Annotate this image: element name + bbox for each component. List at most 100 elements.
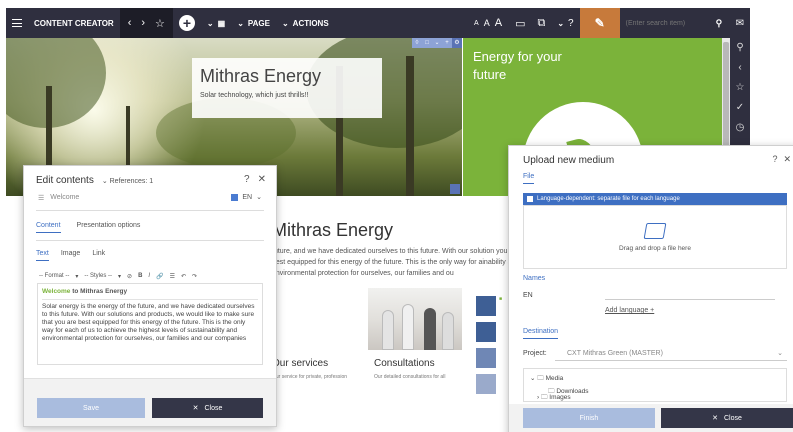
close-button[interactable]: ✕ Close xyxy=(152,398,263,418)
add-button[interactable]: + xyxy=(173,8,201,38)
page-title: Mithras Energy xyxy=(272,220,394,240)
chevron-down-icon: ⌄ xyxy=(557,18,565,28)
clock-icon[interactable]: ◷ xyxy=(736,122,745,133)
tree-node-media[interactable]: ⌄ 🗀 Media xyxy=(530,372,780,385)
hero-subtitle: Solar technology, which just thrills!! xyxy=(200,92,309,99)
section-name-label: Welcome xyxy=(50,194,80,201)
tab-content[interactable]: Content xyxy=(36,222,61,233)
search-icon[interactable]: ⚲ xyxy=(716,18,723,29)
services-caption[interactable]: Our services xyxy=(272,358,328,369)
navigation-group: ‹ › ☆ xyxy=(119,8,173,38)
list-icon[interactable]: ☰ xyxy=(170,273,175,280)
chevron-right-icon: › xyxy=(537,394,540,401)
bold-button[interactable]: B xyxy=(138,273,142,279)
news-thumbnail xyxy=(476,322,496,342)
link-icon[interactable]: 🔗 xyxy=(156,273,163,280)
tab-text[interactable]: Text xyxy=(36,250,49,261)
italic-button[interactable]: I xyxy=(148,273,150,279)
preview-button[interactable]: ▭ xyxy=(509,8,531,38)
format-select[interactable]: -- Format -- xyxy=(39,273,69,279)
monitor-icon: ▭ xyxy=(515,17,526,30)
names-section-label: Names xyxy=(523,275,546,282)
project-label: Project: xyxy=(523,350,547,357)
help-icon[interactable]: ? xyxy=(772,154,777,165)
star-icon[interactable]: ☆ xyxy=(736,82,745,93)
chevron-down-icon[interactable]: ▾ xyxy=(75,273,78,280)
undo-icon[interactable]: ↶ xyxy=(181,273,186,280)
tree-node-images[interactable]: › 🗀 Images xyxy=(537,393,571,404)
edit-contents-dialog: Edit contents ⌄ References: 1 ? ✕ ☰ Welc… xyxy=(23,165,277,427)
editor-body: Solar energy is the energy of the future… xyxy=(42,303,255,342)
save-label: Save xyxy=(83,404,99,412)
resize-handle[interactable] xyxy=(450,184,460,194)
search-icon[interactable]: ⚲ xyxy=(736,42,743,53)
help-menu[interactable]: ⌄ ? xyxy=(551,8,579,38)
project-select[interactable]: CXT Mithras Green (MASTER) ⌄ xyxy=(555,347,787,361)
tree-node-label: Images xyxy=(549,394,571,401)
font-size-toggle[interactable]: A A A xyxy=(468,8,509,38)
finish-button[interactable]: Finish xyxy=(523,408,655,428)
edit-mode-button[interactable]: ✎ xyxy=(579,8,620,38)
layout-dropdown[interactable]: ⌄ ▦ xyxy=(201,8,231,38)
redo-icon[interactable]: ↷ xyxy=(192,273,197,280)
chevron-down-icon[interactable]: ▾ xyxy=(118,273,121,280)
star-icon[interactable]: ☆ xyxy=(155,17,165,30)
upload-icon xyxy=(643,222,667,239)
language-select[interactable]: EN ⌄ xyxy=(231,193,262,201)
actions-menu[interactable]: ⌄ ACTIONS xyxy=(276,8,335,38)
styles-select[interactable]: -- Styles -- xyxy=(84,273,112,279)
add-icon[interactable]: + xyxy=(442,38,452,48)
settings-icon[interactable]: ⚙ xyxy=(452,38,462,48)
finish-label: Finish xyxy=(579,414,599,422)
close-icon[interactable]: ✕ xyxy=(783,154,791,165)
help-icon[interactable]: ? xyxy=(244,174,250,185)
editor-heading-highlight: Welcome xyxy=(42,288,71,295)
language-dependent-label: Language-dependent: separate file for ea… xyxy=(537,196,680,202)
dialog-header-actions: ? ✕ xyxy=(772,154,791,165)
en-name-label: EN xyxy=(523,292,533,299)
tab-image[interactable]: Image xyxy=(61,250,80,261)
hero-card: Mithras Energy Solar technology, which j… xyxy=(192,58,382,118)
editor-heading-rest: to Mithras Energy xyxy=(72,288,128,295)
services-image[interactable] xyxy=(272,288,360,350)
tab-link[interactable]: Link xyxy=(92,250,105,261)
close-icon[interactable]: ✕ xyxy=(258,174,266,185)
chevron-left-icon[interactable]: ‹ xyxy=(128,17,132,29)
dropzone-label: Drag and drop a file here xyxy=(619,244,691,252)
editor-heading: Welcome to Mithras Energy xyxy=(42,288,258,300)
tab-presentation-options[interactable]: Presentation options xyxy=(77,222,141,233)
menu-button[interactable] xyxy=(6,8,28,38)
language-dependent-checkbox[interactable]: Language-dependent: separate file for ea… xyxy=(523,193,787,205)
copy-icon[interactable]: □ xyxy=(422,38,432,48)
en-name-field[interactable] xyxy=(605,288,775,300)
field-tabs: Text Image Link xyxy=(36,250,105,261)
chevron-right-icon[interactable]: › xyxy=(141,17,145,29)
close-button[interactable]: ✕ Close xyxy=(661,408,793,428)
chevron-down-icon[interactable]: ⌄ xyxy=(432,38,442,48)
references-dropdown[interactable]: ⌄ References: 1 xyxy=(102,177,153,185)
edit-icon[interactable]: ◊ xyxy=(412,38,422,48)
compare-icon: ⧉ xyxy=(537,16,546,29)
checkbox-icon xyxy=(527,196,533,202)
check-icon[interactable]: ✓ xyxy=(736,102,744,113)
clear-format-icon[interactable]: ⊘ xyxy=(127,273,132,280)
content-tabs: Content Presentation options xyxy=(36,222,140,233)
save-button[interactable]: Save xyxy=(37,398,145,418)
add-language-link[interactable]: Add language + xyxy=(605,307,654,314)
dialog-header: Edit contents ⌄ References: 1 xyxy=(36,175,153,186)
file-dropzone[interactable]: Drag and drop a file here xyxy=(523,205,787,269)
font-size-large: A xyxy=(494,17,503,29)
section-name: ☰ Welcome xyxy=(38,194,79,202)
messages-button[interactable]: ✉ xyxy=(730,8,750,38)
compare-button[interactable]: ⧉ xyxy=(531,8,551,38)
consultations-subtext: Our detailed consultations for all xyxy=(374,374,446,380)
chevron-left-icon[interactable]: ‹ xyxy=(738,62,741,73)
rich-text-editor[interactable]: Welcome to Mithras Energy Solar energy i… xyxy=(37,283,263,365)
tab-file[interactable]: File xyxy=(523,173,535,184)
page-menu[interactable]: ⌄ PAGE xyxy=(231,8,276,38)
consultations-caption[interactable]: Consultations xyxy=(374,358,435,369)
search-input[interactable] xyxy=(625,19,712,27)
app-title: CONTENT CREATOR xyxy=(34,18,114,28)
destination-section-label: Destination xyxy=(523,328,559,339)
consultations-image[interactable] xyxy=(368,288,462,350)
